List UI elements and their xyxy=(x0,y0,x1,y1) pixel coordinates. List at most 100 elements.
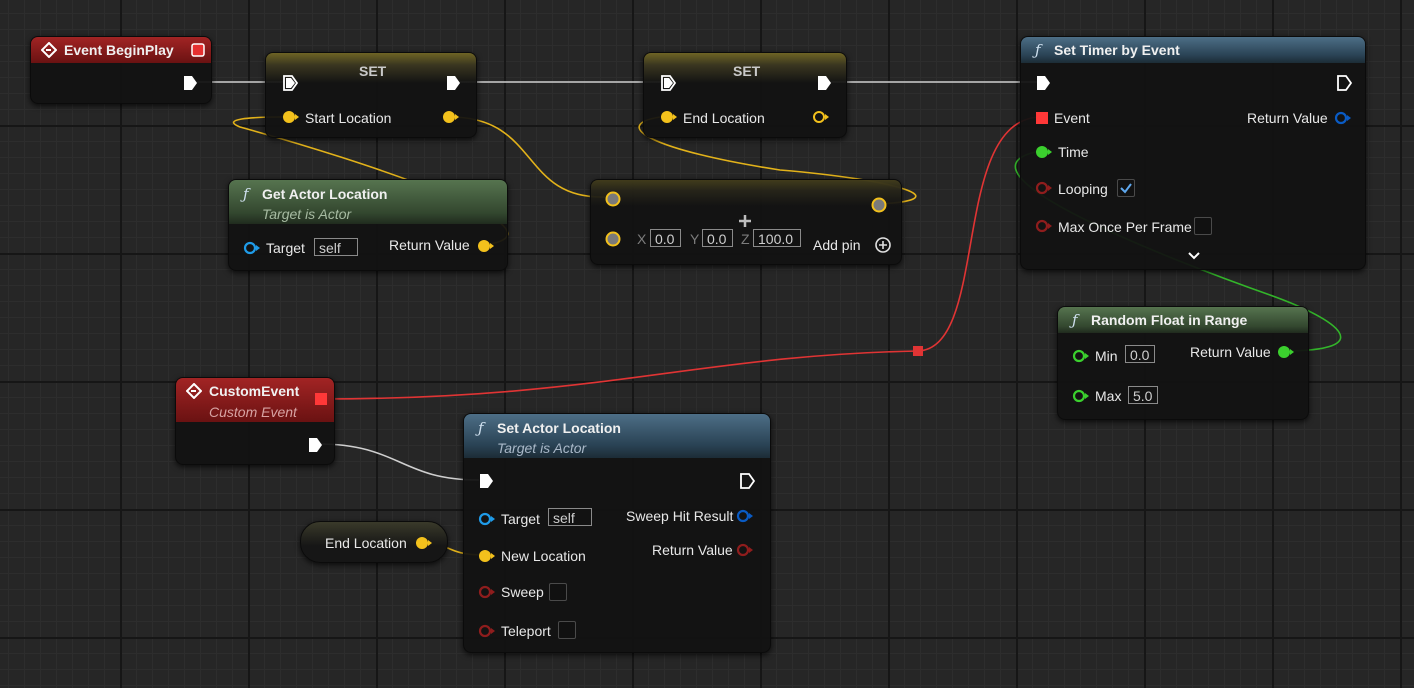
exec-output-pin[interactable] xyxy=(739,473,755,489)
add-pin-plus-icon[interactable] xyxy=(874,236,892,254)
vector-output-pin[interactable] xyxy=(812,110,830,124)
sweep-hit-result-label: Sweep Hit Result xyxy=(626,508,734,524)
function-icon: ƒ xyxy=(478,419,484,437)
make-vector-node[interactable]: X 0.0 Y 0.0 Z 100.0 Add pin xyxy=(590,179,902,265)
target-value-field[interactable]: self xyxy=(314,238,358,256)
exec-output-pin[interactable] xyxy=(816,75,832,91)
boolean-input-pin[interactable] xyxy=(478,585,496,599)
vector-output-pin[interactable] xyxy=(477,239,495,253)
function-icon: ƒ xyxy=(243,185,249,203)
vector-input-pin[interactable] xyxy=(282,110,300,124)
custom-event-node[interactable]: CustomEvent Custom Event xyxy=(175,377,335,465)
float-input-pin[interactable] xyxy=(1072,389,1090,403)
exec-output-pin[interactable] xyxy=(1336,75,1352,91)
z-component-label: Z xyxy=(741,231,750,247)
variable-label: End Location xyxy=(683,110,765,126)
event-beginplay-node[interactable]: Event BeginPlay xyxy=(30,36,212,104)
max-pin-label: Max xyxy=(1095,388,1122,404)
exec-input-pin[interactable] xyxy=(660,75,676,91)
return-value-label: Return Value xyxy=(1247,110,1328,126)
vector-output-pin[interactable] xyxy=(871,197,887,213)
y-value-field[interactable]: 0.0 xyxy=(702,229,733,247)
new-location-label: New Location xyxy=(501,548,586,564)
object-input-pin[interactable] xyxy=(243,241,261,255)
x-value-field[interactable]: 0.0 xyxy=(650,229,681,247)
y-component-label: Y xyxy=(690,231,700,247)
teleport-label: Teleport xyxy=(501,623,551,639)
checkmark-icon xyxy=(1120,183,1132,194)
x-component-label: X xyxy=(637,231,647,247)
target-value-field[interactable]: self xyxy=(548,508,592,526)
delegate-output-pin[interactable] xyxy=(191,43,205,57)
target-label: Target xyxy=(501,511,540,527)
end-location-getter-node[interactable]: End Location xyxy=(300,521,448,563)
return-value-label: Return Value xyxy=(1190,344,1271,360)
get-actor-location-node[interactable]: ƒ Get Actor Location Target is Actor Tar… xyxy=(228,179,508,271)
boolean-input-pin[interactable] xyxy=(1035,181,1053,195)
exec-output-pin[interactable] xyxy=(182,75,198,91)
node-subtitle: Target is Actor xyxy=(262,206,352,222)
set-timer-by-event-node[interactable]: ƒ Set Timer by Event Event Return Value … xyxy=(1020,36,1366,270)
max-value-field[interactable]: 5.0 xyxy=(1128,386,1158,404)
exec-input-pin[interactable] xyxy=(1035,75,1051,91)
event-icon xyxy=(41,42,57,58)
event-pin-label: Event xyxy=(1054,110,1090,126)
struct-output-pin[interactable] xyxy=(736,509,754,523)
max-once-per-frame-label: Max Once Per Frame xyxy=(1058,219,1192,235)
exec-input-pin[interactable] xyxy=(478,473,494,489)
delegate-input-pin[interactable] xyxy=(1036,112,1048,124)
exec-input-pin[interactable] xyxy=(282,75,298,91)
random-float-in-range-node[interactable]: ƒ Random Float in Range Min 0.0 Return V… xyxy=(1057,306,1309,420)
return-value-label: Return Value xyxy=(652,542,733,558)
struct-output-pin[interactable] xyxy=(1334,111,1352,125)
max-once-per-frame-checkbox[interactable] xyxy=(1194,217,1212,235)
float-input-pin[interactable] xyxy=(1035,145,1053,159)
node-title: SET xyxy=(733,63,761,79)
boolean-output-pin[interactable] xyxy=(736,543,754,557)
delegate-output-pin[interactable] xyxy=(315,393,327,405)
z-value-field[interactable]: 100.0 xyxy=(753,229,801,247)
sweep-label: Sweep xyxy=(501,584,544,600)
node-subtitle: Target is Actor xyxy=(497,440,587,456)
wire-reroute-knot xyxy=(913,346,923,356)
vector-output-pin[interactable] xyxy=(442,110,460,124)
vector-output-pin[interactable] xyxy=(415,536,433,550)
node-subtitle: Custom Event xyxy=(209,404,297,420)
function-icon: ƒ xyxy=(1035,41,1041,59)
node-title: Random Float in Range xyxy=(1091,312,1248,328)
variable-label: End Location xyxy=(325,535,407,551)
teleport-checkbox[interactable] xyxy=(558,621,576,639)
object-input-pin[interactable] xyxy=(478,512,496,526)
looping-checkbox[interactable] xyxy=(1117,179,1135,197)
exec-output-pin[interactable] xyxy=(307,437,323,453)
exec-wire xyxy=(317,443,480,481)
float-output-pin[interactable] xyxy=(1277,345,1295,359)
vector-input-pin[interactable] xyxy=(478,549,496,563)
vector-input-pin[interactable] xyxy=(660,110,678,124)
vector-input-pin[interactable] xyxy=(605,231,621,247)
float-input-pin[interactable] xyxy=(1072,349,1090,363)
node-title: Get Actor Location xyxy=(262,186,388,202)
exec-output-pin[interactable] xyxy=(445,75,461,91)
chevron-down-icon[interactable] xyxy=(1187,251,1201,261)
node-title: Set Timer by Event xyxy=(1054,42,1180,58)
function-icon: ƒ xyxy=(1072,311,1078,329)
looping-pin-label: Looping xyxy=(1058,181,1108,197)
return-value-label: Return Value xyxy=(389,237,470,253)
node-title: CustomEvent xyxy=(209,383,300,399)
min-pin-label: Min xyxy=(1095,348,1118,364)
node-header xyxy=(591,180,901,206)
sweep-checkbox[interactable] xyxy=(549,583,567,601)
boolean-input-pin[interactable] xyxy=(1035,219,1053,233)
event-icon xyxy=(186,383,202,399)
time-pin-label: Time xyxy=(1058,144,1089,160)
vector-input-pin[interactable] xyxy=(605,191,621,207)
move-cursor-icon xyxy=(739,215,751,227)
boolean-input-pin[interactable] xyxy=(478,624,496,638)
min-value-field[interactable]: 0.0 xyxy=(1125,345,1155,363)
set-end-location-node[interactable]: SET End Location xyxy=(643,52,847,138)
variable-label: Start Location xyxy=(305,110,392,126)
set-actor-location-node[interactable]: ƒ Set Actor Location Target is Actor Tar… xyxy=(463,413,771,653)
add-pin-button[interactable]: Add pin xyxy=(813,237,860,253)
set-start-location-node[interactable]: SET Start Location xyxy=(265,52,477,138)
